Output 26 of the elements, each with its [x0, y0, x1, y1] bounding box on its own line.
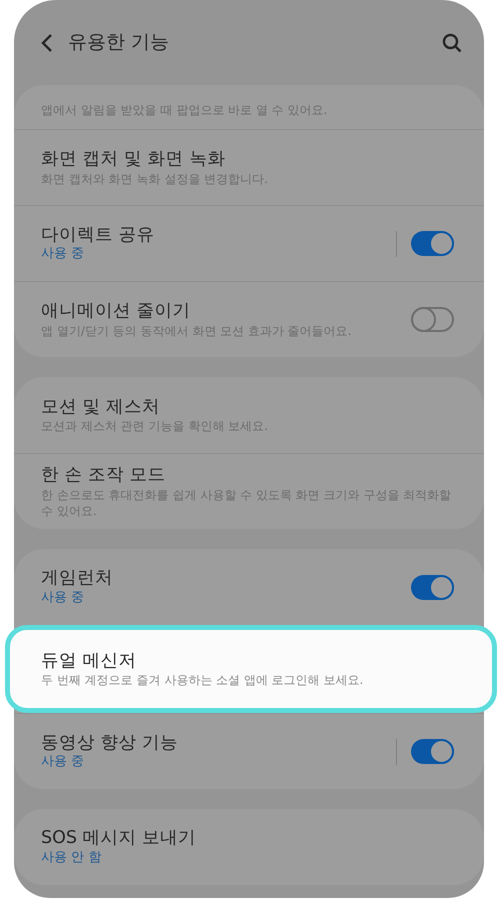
search-icon[interactable] [442, 32, 462, 52]
setting-title: 게임런처 [41, 567, 114, 590]
setting-title: 동영상 향상 기능 [41, 732, 180, 754]
setting-status: 사용 안 함 [41, 850, 102, 867]
setting-description: 두 번째 계정으로 즐겨 사용하는 소셜 앱에 로그인해 보세요. [41, 672, 364, 688]
toggle-switch[interactable] [411, 739, 454, 764]
setting-item[interactable]: 게임런처 사용 중 [14, 549, 484, 625]
setting-status: 사용 중 [41, 590, 86, 607]
setting-title: 다이렉트 공유 [41, 224, 156, 246]
setting-title: 한 손 조작 모드 [41, 464, 167, 487]
toggle-switch[interactable] [411, 231, 454, 256]
setting-title: 듀얼 메신저 [41, 650, 138, 672]
toggle-switch[interactable] [411, 574, 454, 600]
setting-item[interactable]: SOS 메시지 보내기 사용 안 함 [14, 809, 484, 885]
screen-title: 유용한 기능 [68, 30, 170, 56]
setting-title: 모션 및 제스처 [41, 396, 162, 418]
setting-item[interactable]: 다이렉트 공유 사용 중 [14, 205, 484, 281]
back-icon[interactable] [40, 32, 54, 52]
setting-status: 사용 중 [41, 246, 86, 264]
toggle-switch[interactable] [411, 307, 454, 332]
setting-title: SOS 메시지 보내기 [41, 827, 198, 850]
setting-title: 화면 캡처 및 화면 녹화 [41, 148, 226, 171]
setting-status: 사용 중 [41, 754, 86, 772]
highlighted-setting-item[interactable]: 듀얼 메신저 두 번째 계정으로 즐겨 사용하는 소셜 앱에 로그인해 보세요. [5, 625, 497, 713]
setting-title: 애니메이션 줄이기 [41, 300, 192, 323]
setting-item[interactable]: 동영상 향상 기능 사용 중 [14, 713, 484, 789]
